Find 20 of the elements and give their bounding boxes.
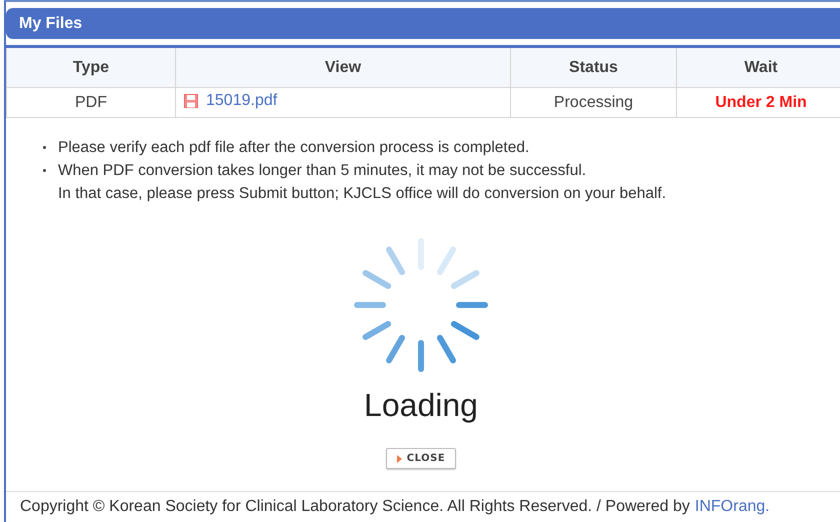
table-cell: PDF: [6, 88, 176, 118]
note-text: In that case, please press Submit button; KJCLS office will do conversion on your behalf.: [58, 184, 667, 204]
close-button[interactable]: CLOSE: [386, 448, 456, 469]
column-header: View: [176, 46, 510, 88]
loading-spinner-icon: [351, 235, 491, 375]
bullet-icon: [43, 169, 46, 172]
save-icon: [184, 94, 198, 108]
note-text: Please verify each pdf file after the conversion process is completed.: [58, 138, 530, 158]
play-icon: [396, 454, 402, 462]
column-header: Type: [6, 46, 176, 88]
panel-title: My Files: [6, 8, 840, 39]
column-header: Wait: [676, 46, 840, 88]
note-text: When PDF conversion takes longer than 5 minutes, it may not be successful.: [58, 161, 588, 181]
column-header: Status: [510, 46, 676, 88]
bullet-icon: [43, 146, 46, 149]
loading-text: Loading: [364, 387, 478, 424]
footer-link[interactable]: INFOrang.: [694, 498, 770, 516]
file-link[interactable]: 15019.pdf: [184, 92, 278, 110]
copyright-text: Copyright © Korean Society for Clinical Laboratory Science. All Rights Reserved. / Powered by: [20, 498, 690, 516]
table-cell: Processing: [510, 88, 676, 118]
